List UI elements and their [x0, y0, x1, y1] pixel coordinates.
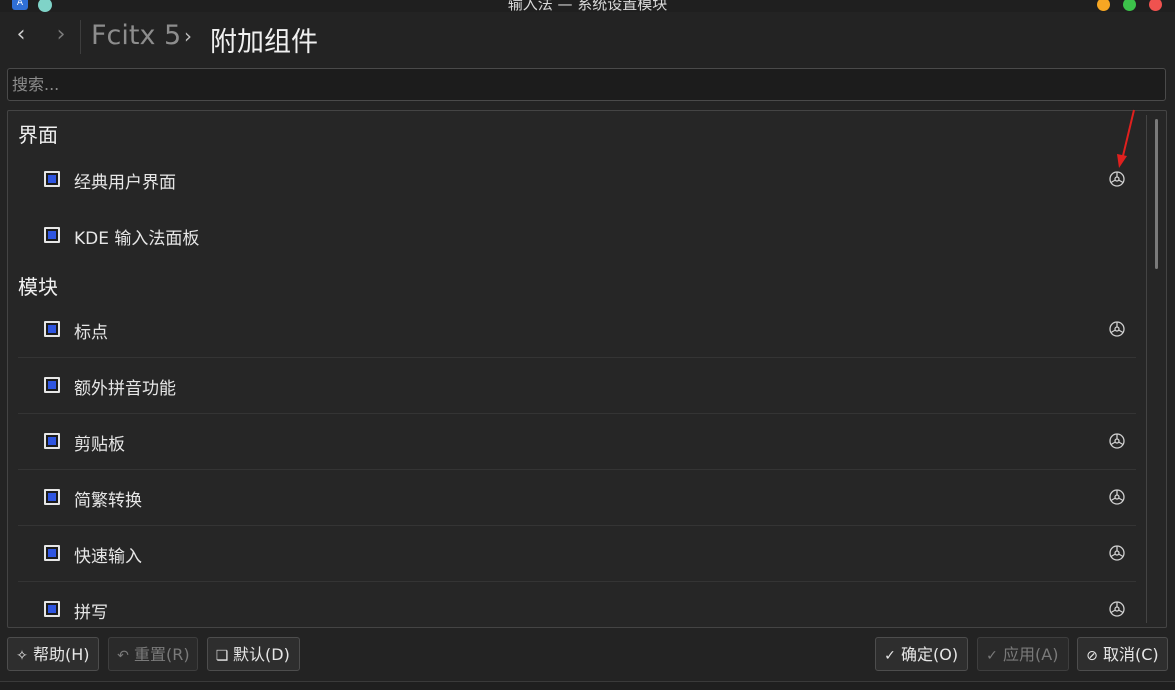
check-icon: ✓: [884, 648, 896, 664]
back-button[interactable]: ‹: [8, 22, 34, 48]
apply-button-label: 应用(A): [1003, 645, 1059, 664]
addon-label: 经典用户界面: [74, 173, 176, 193]
configure-icon[interactable]: [1108, 320, 1126, 338]
addon-label: KDE 输入法面板: [74, 229, 200, 249]
addon-checkbox[interactable]: [44, 489, 60, 505]
forward-button[interactable]: ›: [48, 22, 74, 48]
addon-label: 剪贴板: [74, 435, 125, 455]
configure-icon[interactable]: [1108, 432, 1126, 450]
cancel-button-label: 取消(C): [1103, 645, 1159, 664]
reset-button-label: 重置(R): [134, 645, 190, 664]
defaults-icon: ❏: [215, 648, 229, 664]
help-button-label: 帮助(H): [33, 645, 90, 664]
ok-button[interactable]: ✓ 确定(O): [875, 637, 968, 671]
addon-checkbox[interactable]: [44, 601, 60, 617]
section-title-modules: 模块: [18, 275, 58, 299]
search-input[interactable]: [8, 69, 1165, 100]
addon-label: 标点: [74, 323, 108, 343]
configure-icon[interactable]: [1108, 170, 1126, 188]
help-icon: ✧: [16, 648, 28, 664]
undo-icon: ↶: [117, 648, 129, 664]
window-title: 输入法 — 系统设置模块: [507, 0, 668, 12]
help-button[interactable]: ✧ 帮助(H): [7, 637, 99, 671]
search-box: [7, 68, 1166, 101]
default-button[interactable]: ❏ 默认(D): [207, 637, 300, 671]
addon-label: 快速输入: [74, 547, 142, 567]
addon-row-clipboard[interactable]: 剪贴板: [18, 413, 1136, 470]
window-titlebar: A 输入法 — 系统设置模块: [0, 0, 1175, 12]
addon-checkbox[interactable]: [44, 171, 60, 187]
addon-checkbox[interactable]: [44, 433, 60, 449]
section-title-ui: 界面: [18, 123, 58, 147]
addon-checkbox[interactable]: [44, 227, 60, 243]
addon-row-kde-panel[interactable]: KDE 输入法面板: [18, 207, 1136, 263]
scrollbar-thumb[interactable]: [1155, 119, 1158, 269]
reset-button[interactable]: ↶ 重置(R): [108, 637, 198, 671]
scrollbar[interactable]: [1146, 115, 1161, 623]
configure-icon[interactable]: [1108, 544, 1126, 562]
navigation-bar: ‹ › Fcitx 5 › 附加组件: [0, 12, 1175, 60]
apply-button[interactable]: ✓ 应用(A): [977, 637, 1069, 671]
addon-row-punctuation[interactable]: 标点: [18, 301, 1136, 358]
page-title: 附加组件: [210, 27, 318, 58]
cancel-icon: ⊘: [1086, 648, 1098, 664]
addon-row-quickphrase[interactable]: 快速输入: [18, 525, 1136, 582]
addon-label: 简繁转换: [74, 491, 142, 511]
addon-checkbox[interactable]: [44, 377, 60, 393]
addon-row-chttrans[interactable]: 简繁转换: [18, 469, 1136, 526]
addon-label: 额外拼音功能: [74, 379, 176, 399]
addon-row-spell[interactable]: 拼写: [18, 581, 1136, 627]
cancel-button[interactable]: ⊘ 取消(C): [1077, 637, 1168, 671]
breadcrumb-separator-icon: ›: [184, 24, 192, 48]
addon-checkbox[interactable]: [44, 545, 60, 561]
configure-icon[interactable]: [1108, 600, 1126, 618]
addon-row-pinyin-extra[interactable]: 额外拼音功能: [18, 357, 1136, 414]
nav-divider: [80, 20, 81, 54]
addon-row-classic-ui[interactable]: 经典用户界面: [18, 151, 1136, 207]
default-button-label: 默认(D): [233, 645, 290, 664]
addon-list: 界面 经典用户界面 KDE 输入法面板 模块 标点 额外拼音功能 剪贴板 简繁转…: [7, 110, 1167, 628]
breadcrumb-parent[interactable]: Fcitx 5: [91, 20, 181, 51]
ok-button-label: 确定(O): [901, 645, 959, 664]
check-icon: ✓: [986, 648, 998, 664]
addon-checkbox[interactable]: [44, 321, 60, 337]
configure-icon[interactable]: [1108, 488, 1126, 506]
addon-label: 拼写: [74, 603, 108, 623]
